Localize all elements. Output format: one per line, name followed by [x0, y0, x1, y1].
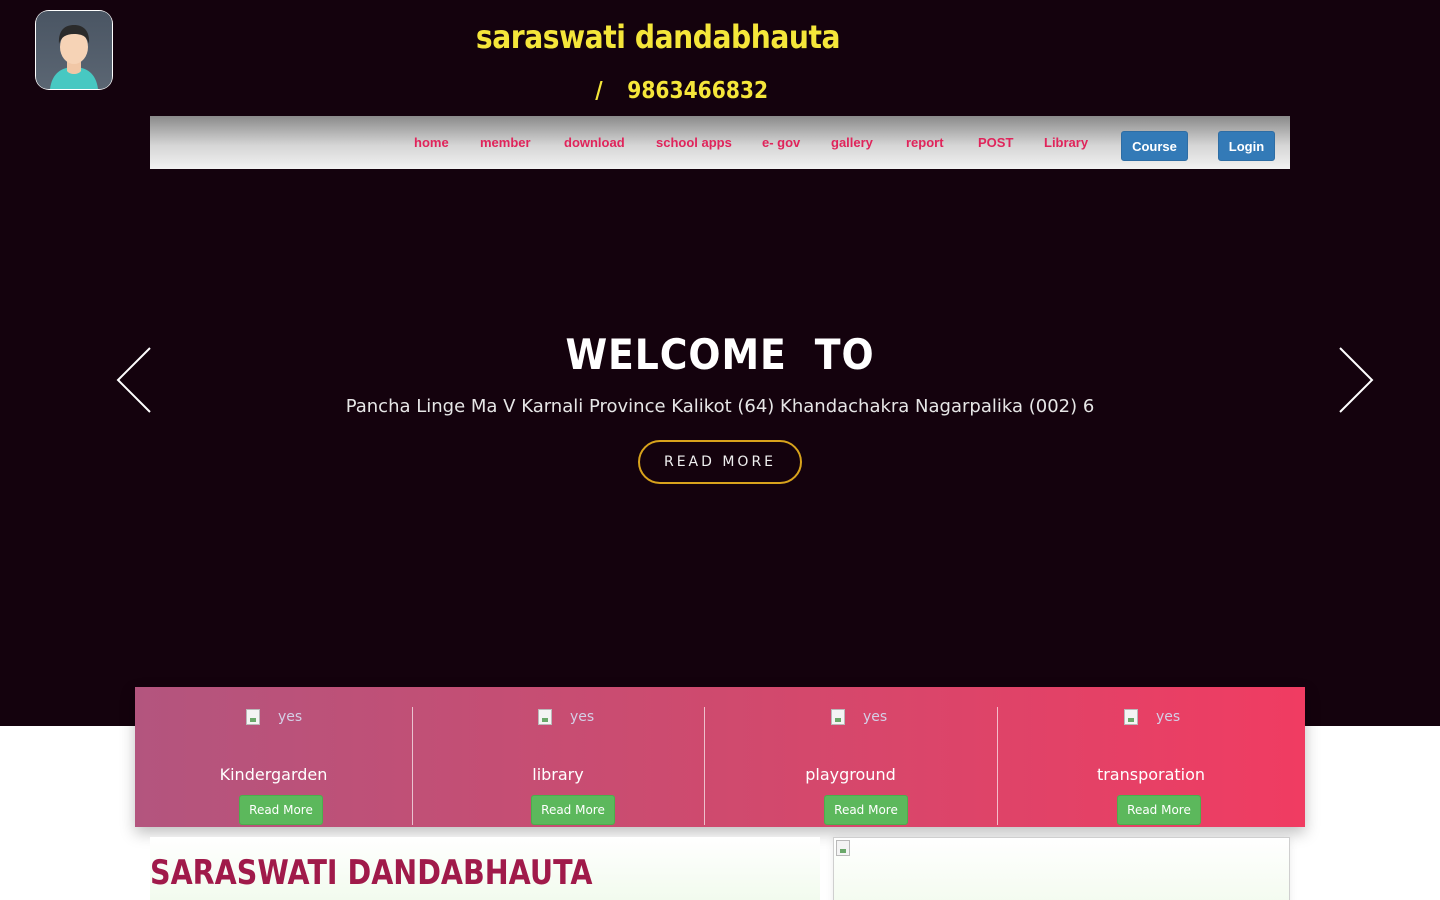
hero-address: Pancha Linge Ma V Karnali Province Kalik…: [345, 396, 1095, 417]
feature-image-alt: yes: [1156, 709, 1181, 725]
user-avatar-icon: [36, 11, 112, 89]
about-title: SARASWATI DANDABHAUTA: [150, 853, 593, 893]
feature-read-more-button[interactable]: Read More: [239, 795, 323, 825]
course-button[interactable]: Course: [1121, 131, 1188, 161]
broken-image-icon: [836, 840, 850, 856]
feature-read-more-button[interactable]: Read More: [531, 795, 615, 825]
features-strip: yes Kindergarden Read More yes library R…: [135, 687, 1305, 827]
feature-title: transporation: [1096, 765, 1206, 784]
feature-image: yes: [538, 707, 594, 727]
nav-download[interactable]: download: [564, 135, 625, 150]
chevron-right-icon[interactable]: [1338, 346, 1374, 414]
broken-image-icon: [538, 709, 552, 725]
nav-post[interactable]: POST: [978, 135, 1013, 150]
broken-image-icon: [1124, 709, 1138, 725]
feature-card-transporation: yes transporation Read More: [997, 687, 1305, 827]
phone-separator: /: [595, 78, 603, 104]
feature-image-alt: yes: [863, 709, 888, 725]
feature-image: yes: [246, 707, 302, 727]
nav-home[interactable]: home: [414, 135, 449, 150]
nav-e-gov[interactable]: e- gov: [762, 135, 800, 150]
feature-card-kindergarden: yes Kindergarden Read More: [135, 687, 412, 827]
nav-member[interactable]: member: [480, 135, 531, 150]
feature-title: Kindergarden: [219, 765, 328, 784]
feature-image-alt: yes: [278, 709, 303, 725]
nav-report[interactable]: report: [906, 135, 944, 150]
chevron-left-icon[interactable]: [116, 346, 152, 414]
about-image: [833, 837, 1290, 900]
feature-title: library: [532, 765, 584, 784]
feature-image-alt: yes: [570, 709, 595, 725]
feature-read-more-button[interactable]: Read More: [824, 795, 908, 825]
phone-line: / 9863466832: [560, 78, 768, 104]
hero-heading: WELCOME TO: [565, 330, 875, 379]
feature-card-library: yes library Read More: [412, 687, 704, 827]
feature-image: yes: [831, 707, 887, 727]
logo[interactable]: [35, 10, 113, 90]
nav-library[interactable]: Library: [1044, 135, 1088, 150]
hero-read-more-button[interactable]: READ MORE: [638, 440, 802, 484]
broken-image-icon: [831, 709, 845, 725]
feature-image: yes: [1124, 707, 1180, 727]
feature-title: playground: [805, 765, 896, 784]
broken-image-icon: [246, 709, 260, 725]
feature-card-playground: yes playground Read More: [704, 687, 997, 827]
feature-read-more-button[interactable]: Read More: [1117, 795, 1201, 825]
login-button[interactable]: Login: [1218, 131, 1275, 161]
site-title: saraswati dandabhauta: [475, 18, 841, 56]
phone-number: 9863466832: [627, 78, 769, 104]
main-navbar: home member download school apps e- gov …: [150, 116, 1290, 169]
nav-gallery[interactable]: gallery: [831, 135, 873, 150]
nav-school-apps[interactable]: school apps: [656, 135, 732, 150]
